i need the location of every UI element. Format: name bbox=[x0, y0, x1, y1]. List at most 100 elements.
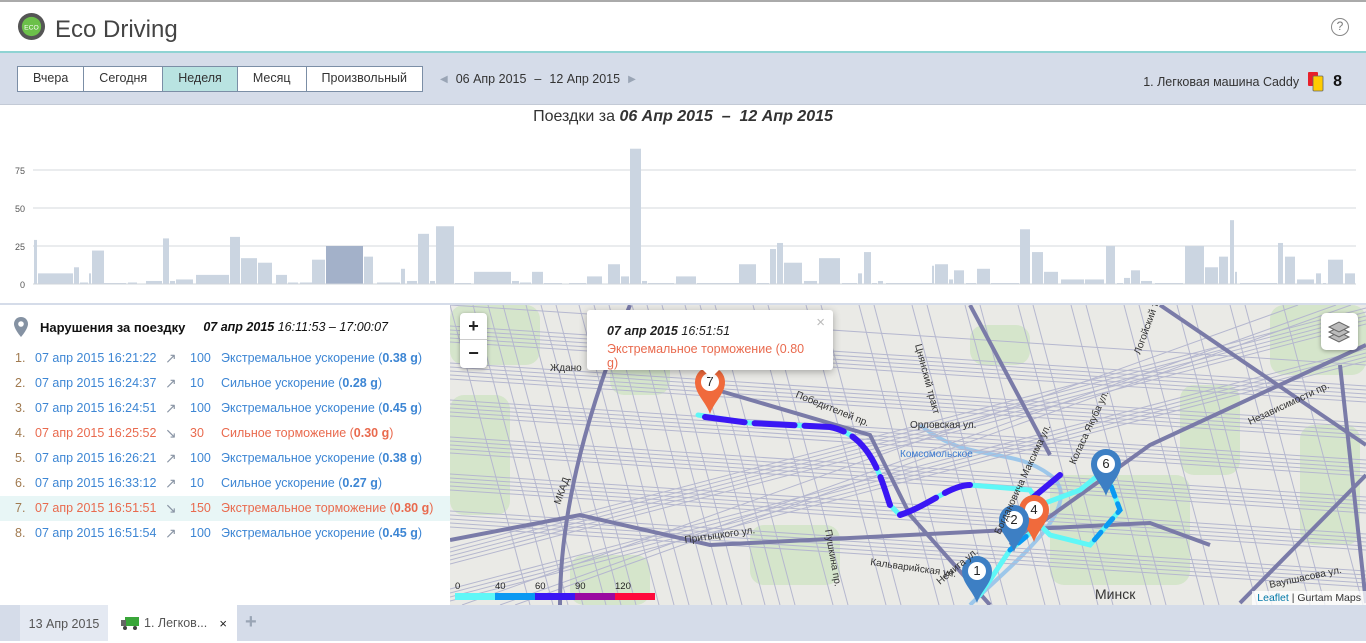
violation-row[interactable]: 7. 07 апр 2015 16:51:51 ↘ 150 Экстремаль… bbox=[0, 496, 450, 521]
trip-bar[interactable] bbox=[739, 264, 756, 284]
period-yesterday-button[interactable]: Вчера bbox=[18, 67, 85, 91]
violation-datetime[interactable]: 07 апр 2015 16:25:52 bbox=[35, 421, 156, 446]
trip-bar[interactable] bbox=[819, 258, 840, 284]
trip-bar[interactable] bbox=[230, 236, 240, 284]
trip-bar[interactable] bbox=[949, 279, 953, 284]
violation-label: Сильное торможение ( bbox=[221, 426, 354, 440]
period-today-button[interactable]: Сегодня bbox=[84, 67, 164, 91]
trip-bar[interactable] bbox=[1032, 252, 1043, 284]
trip-bar[interactable] bbox=[474, 271, 511, 284]
trip-bar[interactable] bbox=[1020, 229, 1030, 284]
leaflet-link[interactable]: Leaflet bbox=[1257, 592, 1289, 604]
layers-button[interactable] bbox=[1321, 313, 1358, 350]
period-month-button[interactable]: Месяц bbox=[237, 67, 307, 91]
trip-bar[interactable] bbox=[34, 239, 37, 284]
tab-close-button[interactable]: × bbox=[219, 616, 227, 631]
tab-date[interactable]: 13 Апр 2015 bbox=[20, 605, 108, 641]
tab-unit[interactable]: 1. Легков... × bbox=[108, 605, 237, 641]
trip-bar[interactable] bbox=[1106, 246, 1115, 284]
trip-bar[interactable] bbox=[1185, 246, 1204, 284]
trip-bar[interactable] bbox=[258, 262, 272, 284]
violation-row[interactable]: 6. 07 апр 2015 16:33:12 ↗ 10 Сильное уск… bbox=[0, 471, 450, 496]
trip-bar[interactable] bbox=[176, 279, 193, 284]
violation-datetime[interactable]: 07 апр 2015 16:24:51 bbox=[35, 396, 156, 421]
range-to: 12 Апр 2015 bbox=[549, 72, 621, 86]
trip-bar[interactable] bbox=[196, 274, 229, 284]
trip-bar[interactable] bbox=[1219, 256, 1228, 284]
trip-bar[interactable] bbox=[401, 268, 405, 284]
trip-bar[interactable] bbox=[977, 268, 990, 284]
trip-bar[interactable] bbox=[241, 258, 257, 284]
violation-row[interactable]: 5. 07 апр 2015 16:26:21 ↗ 100 Экстремаль… bbox=[0, 446, 450, 471]
period-custom-button[interactable]: Произвольный bbox=[306, 67, 422, 91]
trip-bar[interactable] bbox=[1230, 220, 1234, 284]
violation-datetime[interactable]: 07 апр 2015 16:21:22 bbox=[35, 346, 156, 371]
prev-range-icon[interactable]: ◀ bbox=[440, 74, 448, 85]
trip-bar[interactable] bbox=[532, 271, 543, 284]
trip-bar[interactable] bbox=[954, 270, 964, 284]
violation-datetime[interactable]: 07 апр 2015 16:51:51 bbox=[35, 496, 156, 521]
add-tab-button[interactable]: + bbox=[245, 610, 257, 634]
trip-bar[interactable] bbox=[1205, 267, 1218, 284]
trip-bar[interactable] bbox=[163, 238, 169, 284]
trip-bar[interactable] bbox=[1316, 273, 1321, 284]
trip-bar[interactable] bbox=[418, 233, 429, 284]
next-range-icon[interactable]: ▶ bbox=[628, 74, 636, 85]
trip-bar[interactable] bbox=[932, 265, 934, 284]
violation-description: Сильное ускорение (0.28 g) bbox=[221, 371, 382, 396]
trip-bar[interactable] bbox=[1124, 277, 1130, 284]
trip-bar[interactable] bbox=[74, 267, 79, 284]
trip-bar[interactable] bbox=[276, 274, 287, 284]
trip-bar[interactable] bbox=[1131, 270, 1140, 284]
trip-bar[interactable] bbox=[326, 246, 363, 284]
trip-bar[interactable] bbox=[1345, 273, 1355, 284]
violation-number: 7. bbox=[15, 501, 26, 515]
violation-row[interactable]: 3. 07 апр 2015 16:24:51 ↗ 100 Экстремаль… bbox=[0, 396, 450, 421]
trip-bar[interactable] bbox=[858, 273, 862, 284]
trip-bar[interactable] bbox=[92, 250, 104, 284]
trip-bar[interactable] bbox=[621, 276, 629, 284]
violation-datetime[interactable]: 07 апр 2015 16:24:37 bbox=[35, 371, 156, 396]
braking-arrow-icon: ↘ bbox=[165, 425, 177, 441]
trip-bar[interactable] bbox=[608, 264, 620, 284]
violation-row[interactable]: 1. 07 апр 2015 16:21:22 ↗ 100 Экстремаль… bbox=[0, 346, 450, 371]
unit-name[interactable]: 1. Легковая машина Caddy bbox=[1143, 75, 1299, 89]
trip-bar[interactable] bbox=[1235, 271, 1237, 284]
violation-label: Экстремальное торможение ( bbox=[221, 501, 394, 515]
zoom-in-button[interactable]: + bbox=[460, 313, 487, 340]
violation-row[interactable]: 2. 07 апр 2015 16:24:37 ↗ 10 Сильное уск… bbox=[0, 371, 450, 396]
trip-bar[interactable] bbox=[864, 252, 871, 284]
trip-bar[interactable] bbox=[38, 273, 73, 284]
trip-bar[interactable] bbox=[436, 226, 454, 284]
trip-bar[interactable] bbox=[770, 249, 776, 284]
trip-bar[interactable] bbox=[935, 264, 948, 284]
zoom-out-button[interactable]: − bbox=[460, 340, 487, 367]
popup-close-button[interactable]: × bbox=[816, 314, 825, 331]
trip-bar[interactable] bbox=[1061, 279, 1084, 284]
trip-bar[interactable] bbox=[777, 242, 783, 284]
trip-bar[interactable] bbox=[312, 259, 325, 284]
trip-bar[interactable] bbox=[587, 276, 602, 284]
violation-datetime[interactable]: 07 апр 2015 16:26:21 bbox=[35, 446, 156, 471]
trip-bar[interactable] bbox=[1328, 259, 1343, 284]
trip-bar[interactable] bbox=[784, 262, 802, 284]
violation-datetime[interactable]: 07 апр 2015 16:51:54 bbox=[35, 521, 156, 546]
map[interactable]: 4 2 1 6 7 Ждано Победителей пр. Орловская ул. Ко… bbox=[450, 305, 1366, 605]
trip-bar[interactable] bbox=[1085, 279, 1104, 284]
violation-datetime[interactable]: 07 апр 2015 16:33:12 bbox=[35, 471, 156, 496]
help-icon[interactable]: ? bbox=[1331, 18, 1349, 36]
y-tick-label: 25 bbox=[15, 242, 25, 252]
trip-bar[interactable] bbox=[1278, 242, 1283, 284]
trip-bar[interactable] bbox=[1285, 256, 1295, 284]
period-week-button[interactable]: Неделя bbox=[163, 67, 238, 91]
trip-bar[interactable] bbox=[676, 276, 696, 284]
violation-label: Экстремальное ускорение ( bbox=[221, 451, 383, 465]
trip-bar[interactable] bbox=[630, 148, 641, 284]
violation-row[interactable]: 4. 07 апр 2015 16:25:52 ↘ 30 Сильное тор… bbox=[0, 421, 450, 446]
violation-row[interactable]: 8. 07 апр 2015 16:51:54 ↗ 100 Экстремаль… bbox=[0, 521, 450, 546]
trip-bar[interactable] bbox=[89, 273, 91, 284]
trip-bar[interactable] bbox=[364, 256, 373, 284]
trip-bar[interactable] bbox=[1044, 271, 1058, 284]
trip-bar[interactable] bbox=[1297, 279, 1314, 284]
acceleration-arrow-icon: ↗ bbox=[165, 450, 177, 466]
